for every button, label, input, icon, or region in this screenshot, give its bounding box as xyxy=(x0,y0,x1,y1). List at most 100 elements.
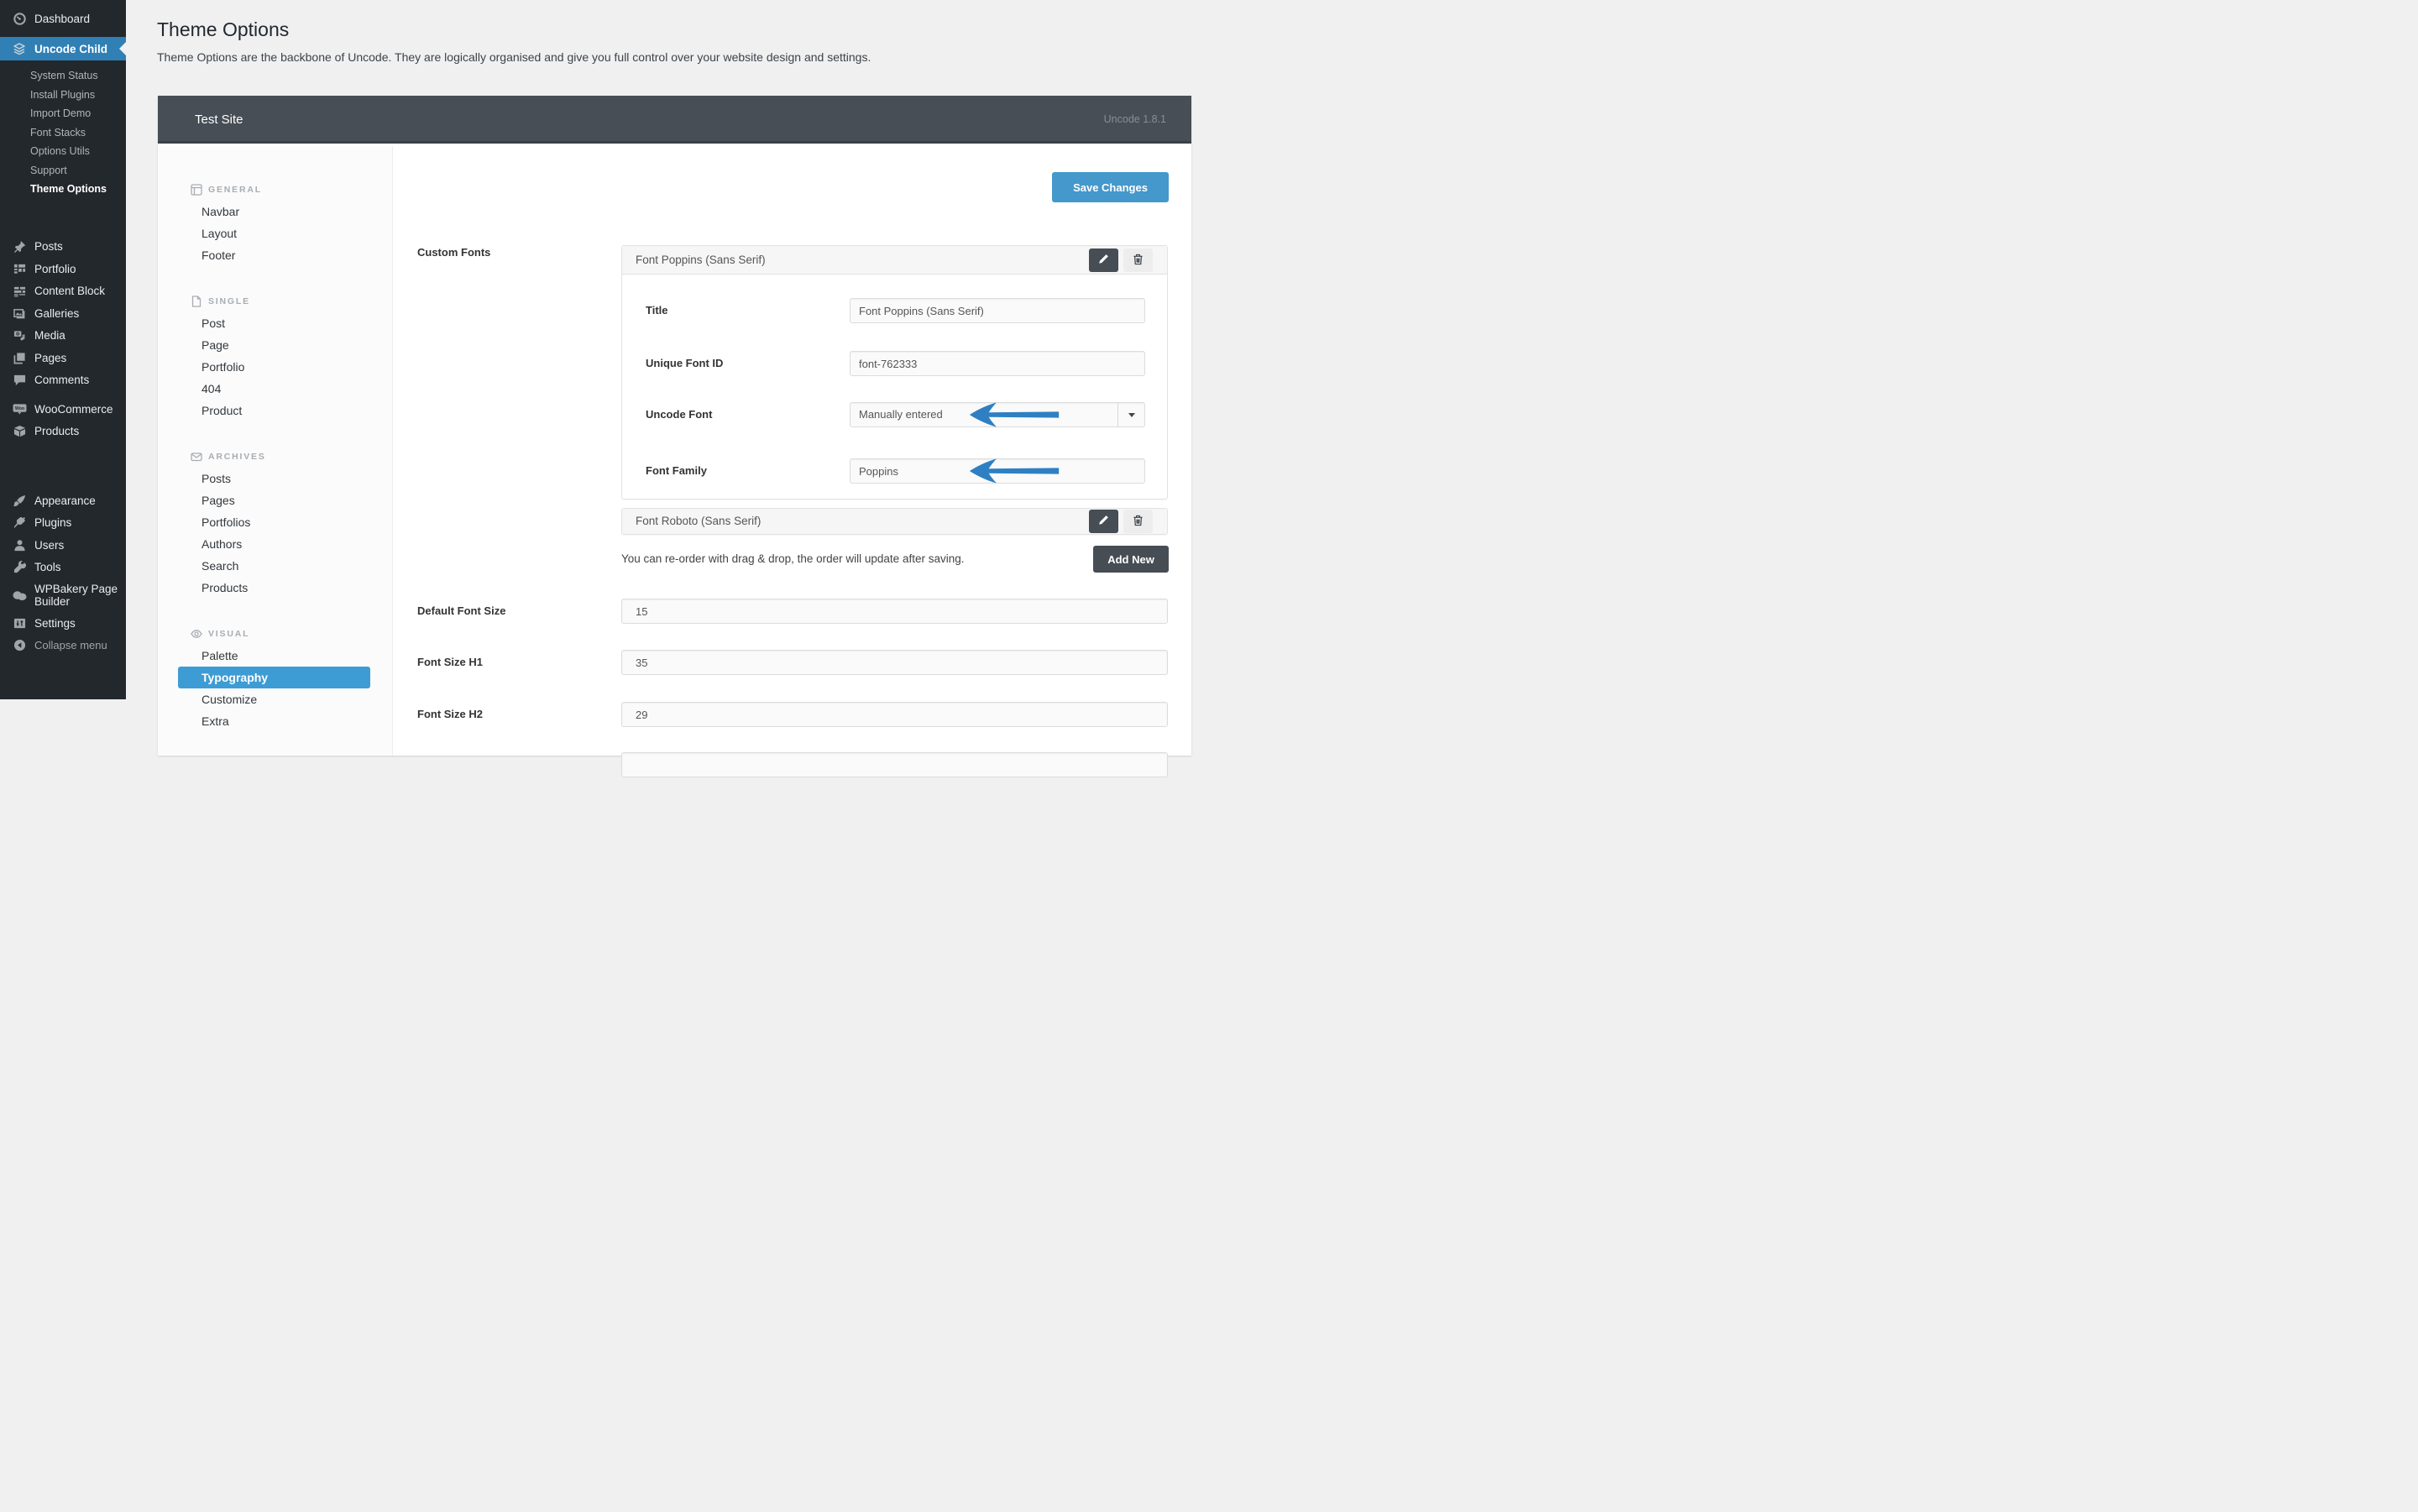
font-size-h2-input[interactable] xyxy=(621,702,1168,727)
subnav-section-general: GENERAL Navbar Layout Footer xyxy=(158,181,392,266)
trash-icon xyxy=(1133,254,1144,268)
brush-icon xyxy=(11,494,28,507)
admin-sidebar: Dashboard Uncode Child System Status Ins… xyxy=(0,0,126,699)
subnav-item-portfolios-archive[interactable]: Portfolios xyxy=(158,511,392,533)
typography-form: Save Changes Custom Fonts Font Poppins (… xyxy=(393,146,1191,777)
sidebar-item-wpbakery[interactable]: WPBakery Page Builder xyxy=(0,578,126,612)
sidebar-item-uncode-child[interactable]: Uncode Child xyxy=(0,37,126,60)
edit-font-button[interactable] xyxy=(1089,249,1118,272)
file-icon xyxy=(191,296,202,307)
save-changes-button[interactable]: Save Changes xyxy=(1052,172,1169,202)
sidebar-item-media[interactable]: Media xyxy=(0,325,126,348)
sidebar-item-portfolio[interactable]: Portfolio xyxy=(0,258,126,280)
sidebar-item-dashboard[interactable]: Dashboard xyxy=(0,7,126,30)
sidebar-item-posts[interactable]: Posts xyxy=(0,236,126,259)
submenu-item-install-plugins[interactable]: Install Plugins xyxy=(0,86,126,105)
font-family-input[interactable] xyxy=(850,458,1145,484)
subnav-section-title: GENERAL xyxy=(208,185,262,195)
subnav-item-portfolio[interactable]: Portfolio xyxy=(158,356,392,378)
font-group-header[interactable]: Font Roboto (Sans Serif) xyxy=(622,509,1167,534)
gallery-icon xyxy=(11,307,28,320)
subnav-item-extra[interactable]: Extra xyxy=(158,710,392,732)
sidebar-item-label: Uncode Child xyxy=(34,42,107,55)
sidebar-item-comments[interactable]: Comments xyxy=(0,369,126,392)
subnav-item-footer[interactable]: Footer xyxy=(158,244,392,266)
subnav-item-navbar[interactable]: Navbar xyxy=(158,201,392,222)
subnav-section-single: SINGLE Post Page Portfolio 404 Product xyxy=(158,293,392,421)
font-group-title: Font Roboto (Sans Serif) xyxy=(636,515,762,527)
svg-text:Woo: Woo xyxy=(14,406,24,411)
collapse-menu-button[interactable]: Collapse menu xyxy=(0,635,126,657)
sidebar-group-woocommerce: Woo WooCommerce Products xyxy=(0,398,126,442)
grid-icon xyxy=(11,263,28,275)
subnav-item-page[interactable]: Page xyxy=(158,334,392,356)
sidebar-item-products[interactable]: Products xyxy=(0,421,126,443)
title-field-input[interactable] xyxy=(850,298,1145,323)
sidebar-item-users[interactable]: Users xyxy=(0,534,126,557)
font-size-h2-row: Font Size H2 xyxy=(417,702,1169,727)
sidebar-item-pages[interactable]: Pages xyxy=(0,347,126,369)
subnav-section-title: ARCHIVES xyxy=(208,452,266,462)
subnav-item-post[interactable]: Post xyxy=(158,312,392,334)
wrench-icon xyxy=(11,561,28,573)
pencil-icon xyxy=(1098,515,1109,528)
cloud-icon xyxy=(11,590,28,601)
submenu-item-font-stacks[interactable]: Font Stacks xyxy=(0,123,126,143)
sidebar-group-content: Posts Portfolio Content Block Galleries … xyxy=(0,236,126,392)
edit-font-button[interactable] xyxy=(1089,510,1118,533)
options-subnav: GENERAL Navbar Layout Footer SINGLE Post… xyxy=(158,146,393,756)
submenu-item-system-status[interactable]: System Status xyxy=(0,66,126,86)
font-group-body: Title Unique Font ID Uncode Font Manuall… xyxy=(622,275,1167,500)
delete-font-button[interactable] xyxy=(1123,249,1153,272)
subnav-item-products-archive[interactable]: Products xyxy=(158,577,392,599)
layers-icon xyxy=(11,42,28,55)
submenu-item-options-utils[interactable]: Options Utils xyxy=(0,142,126,161)
eye-icon xyxy=(191,628,202,640)
subnav-item-customize[interactable]: Customize xyxy=(158,688,392,710)
sidebar-item-galleries[interactable]: Galleries xyxy=(0,302,126,325)
submenu-item-support[interactable]: Support xyxy=(0,161,126,180)
chevron-down-icon xyxy=(1128,412,1135,417)
font-group-poppins: Font Poppins (Sans Serif) Title Unique F… xyxy=(621,245,1168,500)
sliders-icon xyxy=(11,617,28,630)
pencil-icon xyxy=(1098,254,1109,267)
subnav-section-title: VISUAL xyxy=(208,629,250,639)
subnav-item-pages-archive[interactable]: Pages xyxy=(158,489,392,511)
sidebar-item-woocommerce[interactable]: Woo WooCommerce xyxy=(0,398,126,421)
sidebar-separator xyxy=(0,391,126,398)
font-size-h1-input[interactable] xyxy=(621,650,1168,675)
subnav-item-404[interactable]: 404 xyxy=(158,378,392,400)
dropdown-toggle[interactable] xyxy=(1117,403,1144,426)
subnav-item-posts-archive[interactable]: Posts xyxy=(158,468,392,489)
title-field-label: Title xyxy=(646,304,668,317)
uncode-font-label: Uncode Font xyxy=(646,408,713,421)
active-notch xyxy=(119,42,126,55)
font-group-header[interactable]: Font Poppins (Sans Serif) xyxy=(622,246,1167,275)
subnav-item-product[interactable]: Product xyxy=(158,400,392,421)
next-size-input[interactable] xyxy=(621,752,1168,777)
unique-font-id-input[interactable] xyxy=(850,351,1145,376)
submenu-item-import-demo[interactable]: Import Demo xyxy=(0,104,126,123)
uncode-font-select[interactable]: Manually entered xyxy=(850,402,1145,427)
subnav-item-palette[interactable]: Palette xyxy=(158,645,392,667)
font-size-h1-label: Font Size H1 xyxy=(417,656,484,668)
trash-icon xyxy=(1133,515,1144,529)
subnav-item-layout[interactable]: Layout xyxy=(158,222,392,244)
subnav-item-search-archive[interactable]: Search xyxy=(158,555,392,577)
add-new-button[interactable]: Add New xyxy=(1093,546,1169,573)
delete-font-button[interactable] xyxy=(1123,510,1153,533)
sidebar-item-tools[interactable]: Tools xyxy=(0,557,126,579)
sidebar-item-plugins[interactable]: Plugins xyxy=(0,512,126,535)
user-icon xyxy=(11,539,28,552)
pin-icon xyxy=(11,240,28,254)
dashboard-icon xyxy=(11,12,28,25)
sidebar-item-content-block[interactable]: Content Block xyxy=(0,280,126,303)
subnav-item-typography[interactable]: Typography xyxy=(178,667,370,688)
sidebar-item-settings[interactable]: Settings xyxy=(0,612,126,635)
default-font-size-input[interactable] xyxy=(621,599,1168,624)
submenu-item-theme-options[interactable]: Theme Options xyxy=(0,180,126,199)
reorder-note: You can re-order with drag & drop, the o… xyxy=(621,552,965,565)
sidebar-item-appearance[interactable]: Appearance xyxy=(0,489,126,512)
subnav-item-authors-archive[interactable]: Authors xyxy=(158,533,392,555)
sidebar-separator xyxy=(0,199,126,236)
